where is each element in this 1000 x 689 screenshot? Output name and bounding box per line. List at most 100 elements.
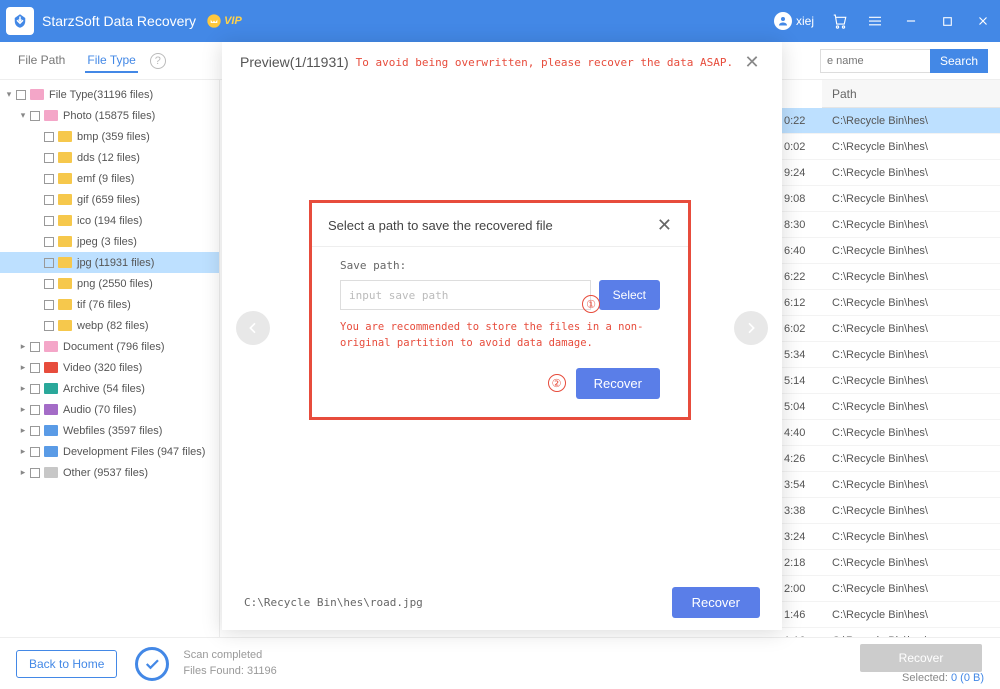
checkbox[interactable] — [30, 342, 40, 352]
preview-prev-button[interactable] — [236, 311, 270, 345]
checkbox[interactable] — [30, 363, 40, 373]
recover-button-disabled[interactable]: Recover — [860, 644, 982, 672]
expand-arrow-icon[interactable]: ▸ — [18, 362, 28, 373]
tree-item[interactable]: ▸Archive (54 files) — [0, 378, 219, 399]
preview-recover-button[interactable]: Recover — [672, 587, 760, 618]
checkbox[interactable] — [30, 426, 40, 436]
folder-icon — [58, 131, 72, 142]
checkbox[interactable] — [30, 405, 40, 415]
search-button[interactable]: Search — [930, 49, 988, 73]
tree-item[interactable]: gif (659 files) — [0, 189, 219, 210]
app-logo-icon — [6, 7, 34, 35]
tab-file-type[interactable]: File Type — [85, 49, 137, 73]
path-row[interactable]: 6:02C:\Recycle Bin\hes\ — [780, 316, 1000, 342]
path-row[interactable]: 9:24C:\Recycle Bin\hes\ — [780, 160, 1000, 186]
expand-arrow-icon[interactable]: ▸ — [18, 425, 28, 436]
tree-item[interactable]: png (2550 files) — [0, 273, 219, 294]
checkbox[interactable] — [30, 111, 40, 121]
tree-item[interactable]: ▸Webfiles (3597 files) — [0, 420, 219, 441]
save-dialog-recover-button[interactable]: Recover — [576, 368, 660, 399]
tree-label: Other (9537 files) — [63, 467, 148, 479]
tree-label: File Type(31196 files) — [49, 89, 153, 101]
path-row[interactable]: 1:46C:\Recycle Bin\hes\ — [780, 602, 1000, 628]
tree-item[interactable]: emf (9 files) — [0, 168, 219, 189]
path-row[interactable]: 9:08C:\Recycle Bin\hes\ — [780, 186, 1000, 212]
path-row[interactable]: 3:24C:\Recycle Bin\hes\ — [780, 524, 1000, 550]
tree-item[interactable]: ▸Audio (70 files) — [0, 399, 219, 420]
select-path-button[interactable]: Select — [599, 280, 660, 310]
checkbox[interactable] — [44, 174, 54, 184]
expand-arrow-icon[interactable]: ▸ — [18, 467, 28, 478]
checkbox[interactable] — [44, 132, 54, 142]
menu-icon[interactable] — [864, 10, 886, 32]
tree-item[interactable]: dds (12 files) — [0, 147, 219, 168]
tree-item[interactable]: ▸ Other (9537 files) — [0, 462, 219, 483]
expand-arrow-icon[interactable]: ▾ — [4, 89, 14, 100]
search-input[interactable] — [820, 49, 930, 73]
path-row[interactable]: 8:30C:\Recycle Bin\hes\ — [780, 212, 1000, 238]
checkbox[interactable] — [44, 237, 54, 247]
path-row[interactable]: 2:18C:\Recycle Bin\hes\ — [780, 550, 1000, 576]
path-row[interactable]: 0:02C:\Recycle Bin\hes\ — [780, 134, 1000, 160]
path-row[interactable]: 3:54C:\Recycle Bin\hes\ — [780, 472, 1000, 498]
folder-icon — [58, 194, 72, 205]
checkbox[interactable] — [44, 300, 54, 310]
help-icon[interactable]: ? — [150, 53, 166, 69]
path-row[interactable]: 5:04C:\Recycle Bin\hes\ — [780, 394, 1000, 420]
checkbox[interactable] — [30, 384, 40, 394]
expand-arrow-icon[interactable]: ▾ — [18, 110, 28, 121]
folder-icon — [44, 341, 58, 352]
checkbox[interactable] — [30, 468, 40, 478]
expand-arrow-icon[interactable]: ▸ — [18, 383, 28, 394]
save-path-dialog: Select a path to save the recovered file… — [309, 200, 691, 420]
path-row[interactable]: 1:16C:\Recycle Bin\hes\ — [780, 628, 1000, 637]
path-row[interactable]: 4:26C:\Recycle Bin\hes\ — [780, 446, 1000, 472]
tree-item[interactable]: ▸Document (796 files) — [0, 336, 219, 357]
checkbox[interactable] — [44, 216, 54, 226]
back-home-button[interactable]: Back to Home — [16, 650, 117, 678]
path-row[interactable]: 3:38C:\Recycle Bin\hes\ — [780, 498, 1000, 524]
preview-next-button[interactable] — [734, 311, 768, 345]
path-row[interactable]: 6:22C:\Recycle Bin\hes\ — [780, 264, 1000, 290]
tree-item[interactable]: ico (194 files) — [0, 210, 219, 231]
tree-item[interactable]: ▸Development Files (947 files) — [0, 441, 219, 462]
tree-item[interactable]: ▸Video (320 files) — [0, 357, 219, 378]
minimize-button[interactable] — [900, 10, 922, 32]
expand-arrow-icon[interactable]: ▸ — [18, 341, 28, 352]
tree-item[interactable]: bmp (359 files) — [0, 126, 219, 147]
preview-close-icon[interactable]: ✕ — [740, 52, 764, 73]
save-dialog-close-icon[interactable]: ✕ — [657, 215, 672, 236]
path-row[interactable]: 4:40C:\Recycle Bin\hes\ — [780, 420, 1000, 446]
path-row[interactable]: 6:12C:\Recycle Bin\hes\ — [780, 290, 1000, 316]
close-button[interactable] — [972, 10, 994, 32]
checkbox[interactable] — [16, 90, 26, 100]
user-menu[interactable]: xiej — [774, 12, 814, 30]
tree-item[interactable]: jpg (11931 files) — [0, 252, 219, 273]
path-row[interactable]: 6:40C:\Recycle Bin\hes\ — [780, 238, 1000, 264]
tree-item[interactable]: webp (82 files) — [0, 315, 219, 336]
checkbox[interactable] — [44, 321, 54, 331]
path-row[interactable]: 5:34C:\Recycle Bin\hes\ — [780, 342, 1000, 368]
expand-arrow-icon[interactable]: ▸ — [18, 404, 28, 415]
checkbox[interactable] — [44, 279, 54, 289]
cart-icon[interactable] — [828, 10, 850, 32]
path-row[interactable]: 0:22C:\Recycle Bin\hes\ — [780, 108, 1000, 134]
tab-file-path[interactable]: File Path — [16, 49, 67, 73]
tree-item[interactable]: ▾ File Type(31196 files) — [0, 84, 219, 105]
checkbox[interactable] — [30, 447, 40, 457]
file-type-tree[interactable]: ▾ File Type(31196 files) ▾Photo (15875 fil… — [0, 80, 220, 637]
expand-arrow-icon[interactable]: ▸ — [18, 446, 28, 457]
path-row[interactable]: 5:14C:\Recycle Bin\hes\ — [780, 368, 1000, 394]
checkbox[interactable] — [44, 258, 54, 268]
save-path-input[interactable] — [340, 280, 591, 310]
checkbox[interactable] — [44, 153, 54, 163]
path-row[interactable]: 2:00C:\Recycle Bin\hes\ — [780, 576, 1000, 602]
path-column-header[interactable]: Path — [822, 80, 1000, 108]
folder-icon — [44, 383, 58, 394]
tree-item[interactable]: ▾Photo (15875 files) — [0, 105, 219, 126]
tree-item[interactable]: tif (76 files) — [0, 294, 219, 315]
maximize-button[interactable] — [936, 10, 958, 32]
preview-title: Preview(1/11931) — [240, 54, 349, 70]
tree-item[interactable]: jpeg (3 files) — [0, 231, 219, 252]
checkbox[interactable] — [44, 195, 54, 205]
